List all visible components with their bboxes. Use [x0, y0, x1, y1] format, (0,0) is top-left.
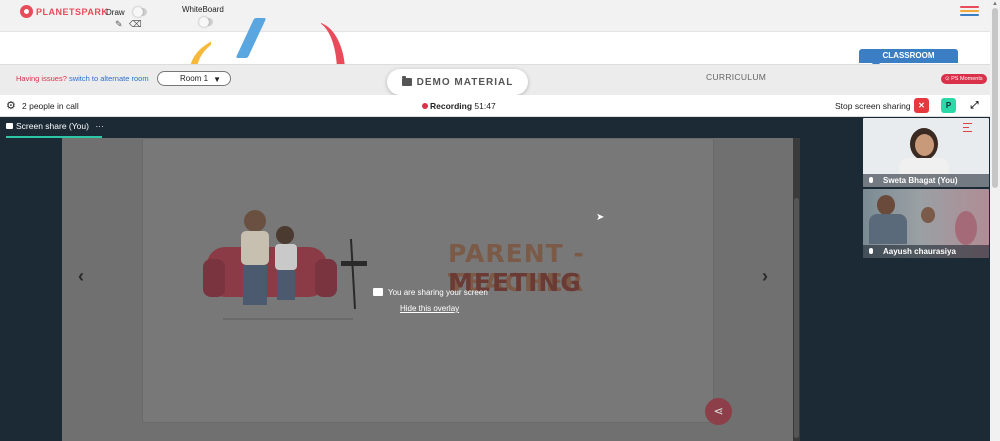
- scrollbar-thumb[interactable]: [992, 8, 998, 188]
- page-scrollbar[interactable]: ▲: [990, 0, 1000, 441]
- hide-overlay-link[interactable]: Hide this overlay: [400, 304, 459, 313]
- demo-material-label: DEMO MATERIAL: [416, 76, 514, 88]
- prev-slide-icon[interactable]: ‹: [78, 266, 84, 287]
- call-bar: ⚙ 2 people in call Recording 51:47 Stop …: [0, 95, 990, 117]
- alternate-room-link[interactable]: switch to alternate room: [69, 74, 149, 83]
- recording-label: Recording: [430, 101, 473, 111]
- whiteboard-label: WhiteBoard: [182, 5, 224, 14]
- draw-toggle[interactable]: [133, 7, 147, 17]
- participant-name-bar: Sweta Bhagat (You): [863, 174, 989, 187]
- stop-sharing-label: Stop screen sharing: [835, 101, 911, 111]
- p-button[interactable]: P: [941, 98, 956, 113]
- participant-name: Sweta Bhagat (You): [883, 176, 958, 185]
- planetspark-logo-icon: [20, 5, 33, 18]
- draw-label: Draw: [106, 8, 125, 17]
- participant-tile[interactable]: ▬▬▬ ▬▬ ▬▬▬ Sweta Bhagat (You): [863, 118, 989, 187]
- tab-classroom[interactable]: CLASSROOM: [859, 49, 958, 68]
- room-select-value: Room 1: [180, 74, 209, 83]
- next-slide-icon[interactable]: ›: [762, 266, 768, 287]
- microphone-icon: [869, 248, 873, 254]
- brand-name: PLANETSPARK: [36, 6, 109, 17]
- recording-dot-icon: [422, 103, 428, 109]
- demo-material-button[interactable]: DEMO MATERIAL: [387, 69, 528, 95]
- participant-tile[interactable]: Aayush chaurasiya: [863, 189, 989, 258]
- wall-poster: ▬▬▬ ▬▬ ▬▬▬: [963, 121, 972, 133]
- menu-icon[interactable]: [960, 6, 979, 18]
- participant-panel: ▬▬▬ ▬▬ ▬▬▬ Sweta Bhagat (You) Aayush chaur…: [862, 117, 990, 441]
- participant-face: [915, 134, 934, 156]
- participant-name-bar: Aayush chaurasiya: [863, 245, 989, 258]
- ps-moments-label: PS Moments: [951, 76, 983, 82]
- top-bar: PLANETSPARK Draw ✎ ⌫ WhiteBoard: [0, 0, 990, 32]
- participant-body: [869, 214, 907, 244]
- ps-moments-button[interactable]: ⊙ PS Moments: [941, 74, 987, 84]
- screen-share-stage: Screen share (You) ··· PARENT - TEACHER …: [0, 117, 862, 441]
- sharing-overlay-message: You are sharing your screen: [373, 288, 488, 297]
- share-icon[interactable]: ⋖: [705, 398, 732, 425]
- monitor-icon: [373, 288, 383, 296]
- people-count: 2 people in call: [22, 101, 79, 111]
- stop-sharing-button[interactable]: ✕: [914, 98, 929, 113]
- issues-text: Having issues? switch to alternate room: [16, 74, 149, 83]
- sharing-overlay-text: You are sharing your screen: [388, 288, 488, 297]
- fullscreen-icon[interactable]: ⤢: [967, 98, 982, 113]
- participant-body: [955, 211, 977, 245]
- app-window: PLANETSPARK Draw ✎ ⌫ WhiteBoard CLASSROO…: [0, 0, 1000, 441]
- screen-share-tab-label: Screen share (You): [16, 121, 89, 131]
- recording-status: Recording 51:47: [422, 101, 496, 111]
- screen-share-icon: [6, 123, 13, 129]
- slide-scrollbar[interactable]: [793, 138, 800, 441]
- recording-time: 51:47: [474, 101, 496, 111]
- issues-question: Having issues?: [16, 74, 67, 83]
- room-bar: Having issues? switch to alternate room …: [0, 64, 990, 95]
- planetspark-logo: PLANETSPARK: [20, 5, 108, 18]
- tab-curriculum[interactable]: CURRICULUM: [706, 72, 766, 82]
- slide-canvas: PARENT - TEACHER MEETING: [142, 138, 714, 423]
- eraser-icon[interactable]: ⌫: [129, 19, 142, 30]
- folder-icon: [401, 76, 412, 86]
- scroll-up-icon[interactable]: ▲: [992, 1, 998, 7]
- whiteboard-toggle[interactable]: [199, 17, 213, 27]
- mouse-cursor-icon: ➤: [596, 212, 605, 223]
- screen-share-tab[interactable]: Screen share (You) ···: [6, 121, 104, 131]
- pencil-icon[interactable]: ✎: [115, 19, 123, 30]
- caret-down-icon: ▼: [213, 75, 221, 84]
- gear-icon[interactable]: ⚙: [6, 99, 16, 112]
- room-select[interactable]: Room 1 ▼: [157, 71, 231, 86]
- participant-name: Aayush chaurasiya: [883, 247, 956, 256]
- parents-sofa-illustration: [203, 210, 367, 320]
- more-options-icon[interactable]: ···: [95, 121, 104, 131]
- participant-face: [877, 195, 895, 215]
- microphone-icon: [869, 177, 873, 183]
- participant-face: [921, 207, 935, 223]
